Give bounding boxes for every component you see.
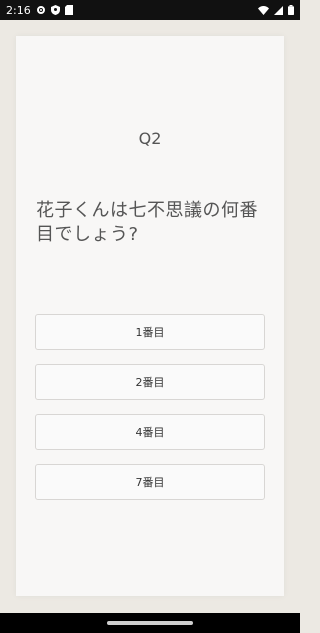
answer-button-3[interactable]: 4番目 xyxy=(35,414,265,450)
answer-button-4[interactable]: 7番目 xyxy=(35,464,265,500)
status-time: 2:16 xyxy=(6,3,31,17)
quiz-card: Q2 花子くんは七不思議の何番目でしょう? 1番目 2番目 4番目 7番目 xyxy=(16,36,284,596)
battery-icon xyxy=(288,5,294,15)
question-number: Q2 xyxy=(138,129,162,148)
navigation-bar xyxy=(0,613,300,633)
status-bar: 2:16 xyxy=(0,0,300,20)
answer-button-1[interactable]: 1番目 xyxy=(35,314,265,350)
home-indicator[interactable] xyxy=(107,621,193,625)
wifi-icon xyxy=(258,5,269,15)
question-text: 花子くんは七不思議の何番目でしょう? xyxy=(36,200,258,245)
shield-icon xyxy=(50,5,60,15)
signal-icon xyxy=(274,5,283,15)
answer-list: 1番目 2番目 4番目 7番目 xyxy=(35,314,265,500)
answer-button-2[interactable]: 2番目 xyxy=(35,364,265,400)
status-left: 2:16 xyxy=(6,4,73,17)
status-right xyxy=(258,5,294,15)
sim-card-icon xyxy=(64,5,73,15)
gear-icon xyxy=(36,5,46,15)
